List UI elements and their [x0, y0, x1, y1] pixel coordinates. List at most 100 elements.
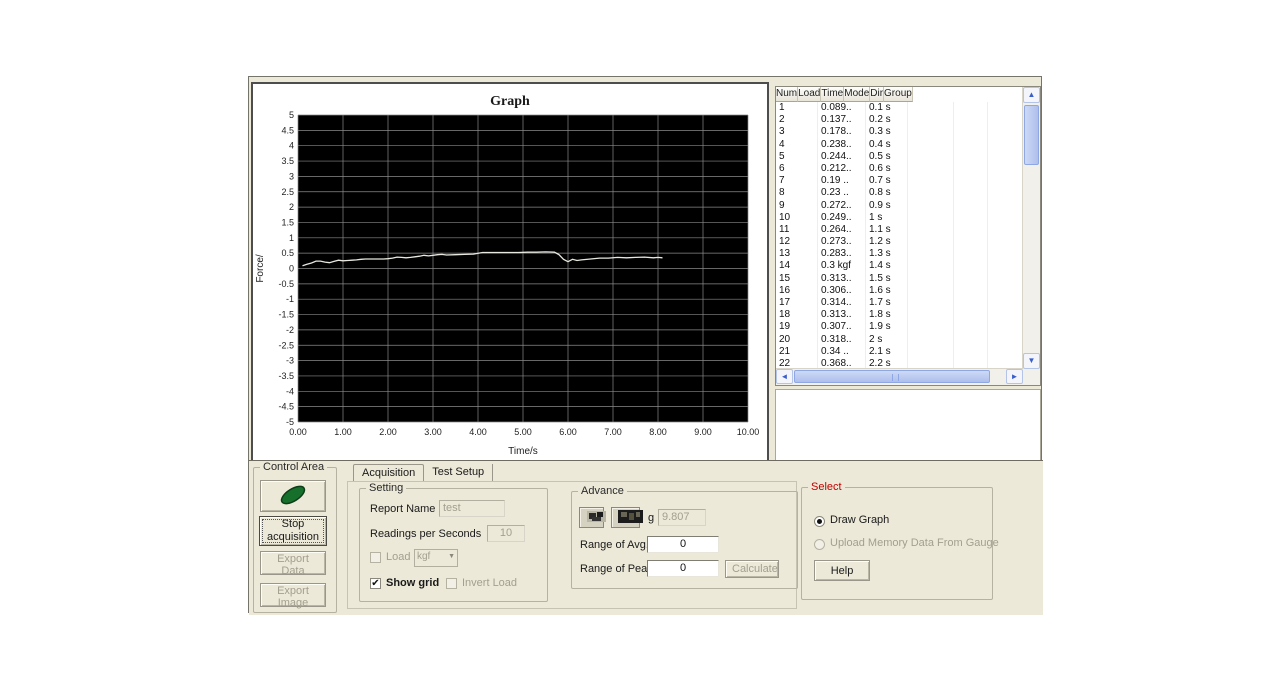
readings-per-seconds-field[interactable]: 10	[487, 525, 525, 542]
cell-dir	[954, 285, 988, 297]
cell-time: 1 s	[866, 212, 908, 224]
table-row[interactable]: 3 0.178.. 0.3 s	[776, 126, 1023, 138]
y-tick-label: -4	[286, 386, 294, 396]
draw-graph-radio[interactable]	[814, 516, 825, 527]
report-name-field[interactable]: test	[439, 500, 505, 517]
table-row[interactable]: 6 0.212.. 0.6 s	[776, 163, 1023, 175]
cell-mode	[908, 175, 954, 187]
y-tick-label: 3	[289, 171, 294, 181]
cell-num: 8	[776, 187, 818, 199]
cell-mode	[908, 334, 954, 346]
cell-group	[988, 248, 1023, 260]
setting-title: Setting	[366, 482, 406, 495]
table-row[interactable]: 5 0.244.. 0.5 s	[776, 151, 1023, 163]
table-row[interactable]: 2 0.137.. 0.2 s	[776, 114, 1023, 126]
horizontal-scroll-thumb[interactable]	[794, 370, 990, 383]
table-column-header[interactable]: Load	[798, 87, 821, 102]
table-row[interactable]: 13 0.283.. 1.3 s	[776, 248, 1023, 260]
cell-num: 2	[776, 114, 818, 126]
cell-load: 0.306..	[818, 285, 866, 297]
cell-mode	[908, 212, 954, 224]
upload-memory-radio[interactable]	[814, 539, 825, 550]
cell-time: 1.6 s	[866, 285, 908, 297]
show-grid-checkbox[interactable]: ✔	[370, 578, 381, 589]
table-row[interactable]: 11 0.264.. 1.1 s	[776, 224, 1023, 236]
tab-acquisition[interactable]: Acquisition	[353, 464, 424, 482]
control-area-title: Control Area	[260, 461, 327, 474]
data-table: NumLoadTimeModeDirGroup 1 0.089.. 0.1 s …	[775, 86, 1041, 386]
cell-dir	[954, 236, 988, 248]
cell-time: 0.4 s	[866, 139, 908, 151]
upload-memory-label: Upload Memory Data From Gauge	[830, 537, 999, 549]
table-column-header[interactable]: Mode	[844, 87, 870, 102]
horizontal-scrollbar[interactable]: ◄ ►	[776, 368, 1023, 385]
g-field[interactable]: 9.807	[658, 509, 706, 526]
cell-dir	[954, 346, 988, 358]
scroll-right-icon[interactable]: ►	[1006, 369, 1023, 384]
status-leaf-button[interactable]	[260, 480, 326, 512]
cell-num: 19	[776, 321, 818, 333]
cell-load: 0.34 ..	[818, 346, 866, 358]
gauge-icon-button-1[interactable]	[579, 507, 604, 528]
cell-dir	[954, 321, 988, 333]
bottom-panel: Control Area Stop acquisition Export Dat…	[249, 460, 1043, 615]
cell-load: 0.264..	[818, 224, 866, 236]
cell-time: 1.4 s	[866, 260, 908, 272]
table-row[interactable]: 14 0.3 kgf 1.4 s	[776, 260, 1023, 272]
table-row[interactable]: 4 0.238.. 0.4 s	[776, 139, 1023, 151]
load-checkbox[interactable]	[370, 552, 381, 563]
scroll-up-icon[interactable]: ▲	[1023, 87, 1040, 103]
table-row[interactable]: 21 0.34 .. 2.1 s	[776, 346, 1023, 358]
readings-per-seconds-label: Readings per Seconds	[370, 528, 481, 540]
range-of-peak-field[interactable]: 0	[647, 560, 719, 577]
cell-num: 20	[776, 334, 818, 346]
range-of-peak-label: Range of Peak	[580, 563, 653, 575]
table-row[interactable]: 20 0.318.. 2 s	[776, 334, 1023, 346]
scroll-down-icon[interactable]: ▼	[1023, 353, 1040, 369]
cell-load: 0.249..	[818, 212, 866, 224]
table-row[interactable]: 18 0.313.. 1.8 s	[776, 309, 1023, 321]
export-image-button[interactable]: Export Image	[260, 583, 326, 607]
cell-group	[988, 334, 1023, 346]
table-row[interactable]: 9 0.272.. 0.9 s	[776, 200, 1023, 212]
cell-time: 1.2 s	[866, 236, 908, 248]
export-data-button[interactable]: Export Data	[260, 551, 326, 575]
y-tick-label: 4.5	[281, 125, 294, 135]
table-column-header[interactable]: Group	[884, 87, 913, 102]
cell-load: 0.23 ..	[818, 187, 866, 199]
stop-acquisition-button[interactable]: Stop acquisition	[259, 516, 327, 546]
cell-load: 0.238..	[818, 139, 866, 151]
gauge-icon-button-2[interactable]	[611, 507, 640, 528]
cell-num: 21	[776, 346, 818, 358]
table-row[interactable]: 15 0.313.. 1.5 s	[776, 273, 1023, 285]
invert-load-checkbox[interactable]	[446, 578, 457, 589]
table-row[interactable]: 17 0.314.. 1.7 s	[776, 297, 1023, 309]
range-of-avg-label: Range of Avg.	[580, 539, 649, 551]
table-row[interactable]: 8 0.23 .. 0.8 s	[776, 187, 1023, 199]
cell-time: 0.6 s	[866, 163, 908, 175]
table-column-header[interactable]: Time	[821, 87, 844, 102]
cell-group	[988, 175, 1023, 187]
cell-time: 1.1 s	[866, 224, 908, 236]
cell-group	[988, 236, 1023, 248]
table-row[interactable]: 1 0.089.. 0.1 s	[776, 102, 1023, 114]
table-row[interactable]: 10 0.249.. 1 s	[776, 212, 1023, 224]
scroll-left-icon[interactable]: ◄	[776, 369, 793, 384]
table-row[interactable]: 16 0.306.. 1.6 s	[776, 285, 1023, 297]
help-button[interactable]: Help	[814, 560, 870, 581]
cell-mode	[908, 114, 954, 126]
table-column-header[interactable]: Num	[776, 87, 798, 102]
table-row[interactable]: 12 0.273.. 1.2 s	[776, 236, 1023, 248]
load-unit-select[interactable]: kgf ▼	[414, 549, 458, 567]
tab-test-setup[interactable]: Test Setup	[424, 464, 493, 482]
vertical-scrollbar[interactable]: ▲ ▼	[1022, 87, 1040, 369]
calculate-button[interactable]: Calculate	[725, 560, 779, 578]
table-column-header[interactable]: Dir	[870, 87, 884, 102]
cell-mode	[908, 260, 954, 272]
table-row[interactable]: 19 0.307.. 1.9 s	[776, 321, 1023, 333]
cell-group	[988, 187, 1023, 199]
range-of-avg-field[interactable]: 0	[647, 536, 719, 553]
scrollbar-corner	[1023, 369, 1040, 385]
table-row[interactable]: 7 0.19 .. 0.7 s	[776, 175, 1023, 187]
vertical-scroll-thumb[interactable]	[1024, 105, 1039, 165]
